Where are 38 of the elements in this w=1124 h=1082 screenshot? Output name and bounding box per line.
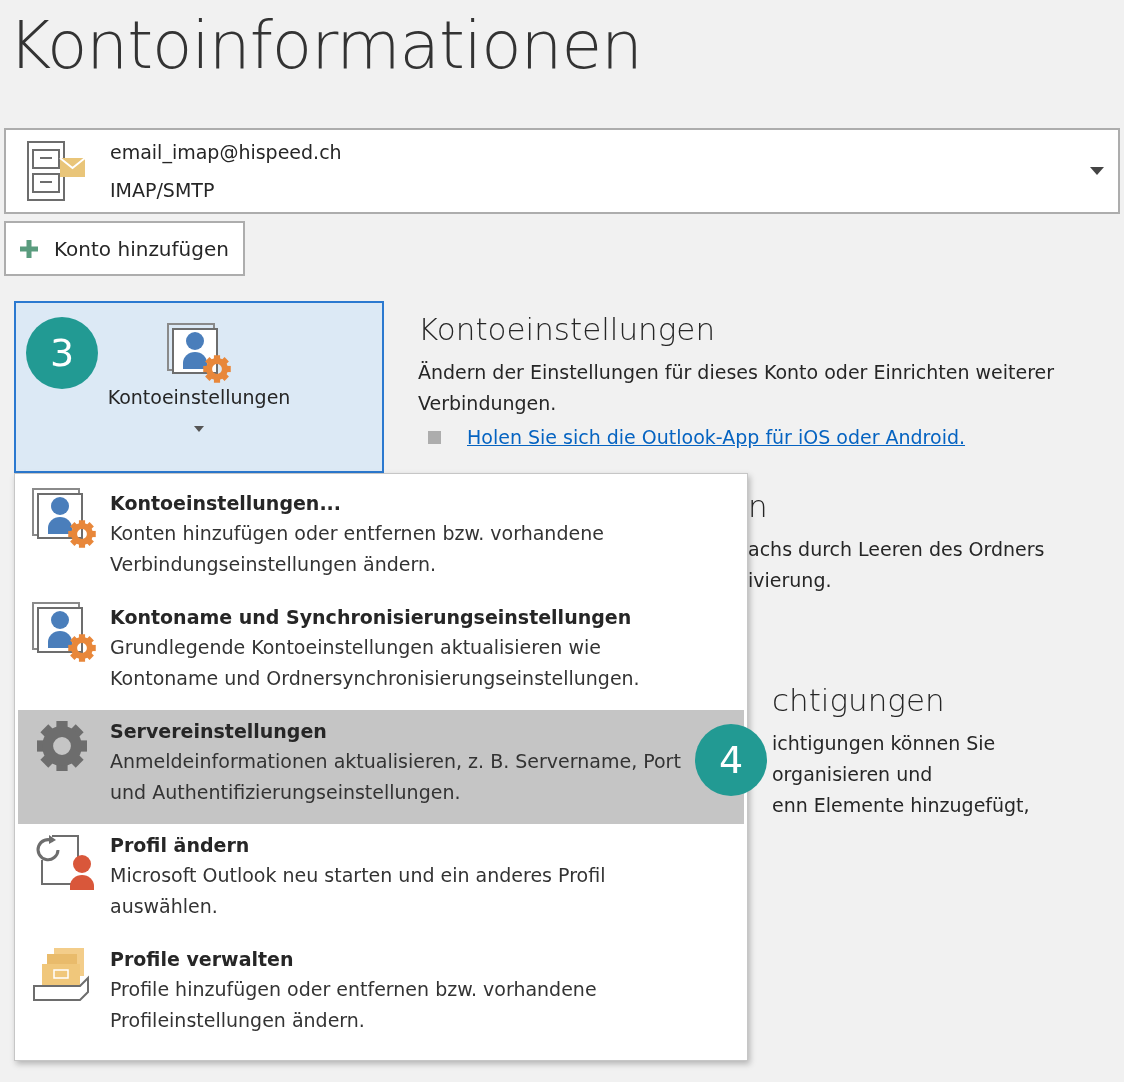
- menu-item-title: Profile verwalten: [110, 947, 295, 972]
- section-text: organisieren und: [772, 761, 934, 787]
- app-link[interactable]: Holen Sie sich die Outlook-App für iOS oder Android.: [467, 423, 966, 452]
- dropdown-caret-icon: [1090, 167, 1104, 175]
- section-description: Ändern der Einstellungen für dieses Konto oder Einrichten weiterer Verbindungen.: [418, 360, 1056, 416]
- account-settings-button[interactable]: Kontoeinstellungen 3: [14, 301, 384, 473]
- menu-item[interactable]: Kontoeinstellungen... Konten hinzufügen oder entfernen bzw. vorhandene Verbindungseinstellungen ändern.: [18, 482, 744, 596]
- callout-badge: 3: [26, 317, 98, 389]
- account-type: IMAP/SMTP: [110, 178, 216, 203]
- page-title: Kontoinformationen: [7, 6, 643, 84]
- user-gear-icon: [32, 602, 96, 662]
- plus-icon: [20, 239, 38, 258]
- menu-item-description: Anmeldeinformationen aktualisieren, z. B. Servername, Port und Authentifizierungseinstellungen.: [110, 749, 682, 805]
- menu-item-title: Profil ändern: [110, 833, 251, 858]
- menu-item[interactable]: Kontoname und Synchronisierungseinstellungen Grundlegende Kontoeinstellungen aktualisieren wie Kontoname und Ordnersynchronisierungseinstellungen.: [18, 596, 744, 710]
- section-heading: n: [748, 486, 769, 526]
- menu-item[interactable]: Profile verwalten Profile hinzufügen oder entfernen bzw. vorhandene Profileinstellungen ändern.: [18, 938, 744, 1052]
- user-gear-icon: [32, 488, 96, 548]
- bullet-icon: [428, 430, 441, 444]
- menu-item-description: Grundlegende Kontoeinstellungen aktualisieren wie Kontoname und Ordnersynchronisierungseinstellungen.: [110, 635, 641, 691]
- menu-item-description: Konten hinzufügen oder entfernen bzw. vorhandene Verbindungseinstellungen ändern.: [110, 521, 605, 577]
- section-heading: chtigungen: [772, 680, 946, 720]
- section-text: ivierung.: [748, 567, 833, 593]
- menu-item-title: Kontoeinstellungen...: [110, 491, 343, 516]
- account-email: email_imap@hispeed.ch: [110, 140, 342, 166]
- menu-item-title: Kontoname und Synchronisierungseinstellungen: [110, 605, 633, 630]
- menu-item-description: Profile hinzufügen oder entfernen bzw. vorhandene Profileinstellungen ändern.: [110, 977, 598, 1033]
- user-gear-icon: [167, 323, 231, 383]
- section-text: enn Elemente hinzugefügt,: [772, 792, 1031, 818]
- menu-item[interactable]: Profil ändern Microsoft Outlook neu starten und ein anderes Profil auswählen.: [18, 824, 744, 938]
- menu-item-title: Servereinstellungen: [110, 719, 328, 744]
- menu-item-description: Microsoft Outlook neu starten und ein anderes Profil auswählen.: [110, 863, 607, 919]
- add-account-button[interactable]: Konto hinzufügen: [4, 221, 245, 276]
- caret-icon: [194, 425, 204, 432]
- section-text: achs durch Leeren des Ordners: [748, 536, 1046, 562]
- account-selector[interactable]: email_imap@hispeed.ch IMAP/SMTP: [4, 128, 1120, 214]
- section-heading: Kontoeinstellungen: [418, 310, 717, 349]
- section-text: ichtigungen können Sie: [772, 730, 997, 756]
